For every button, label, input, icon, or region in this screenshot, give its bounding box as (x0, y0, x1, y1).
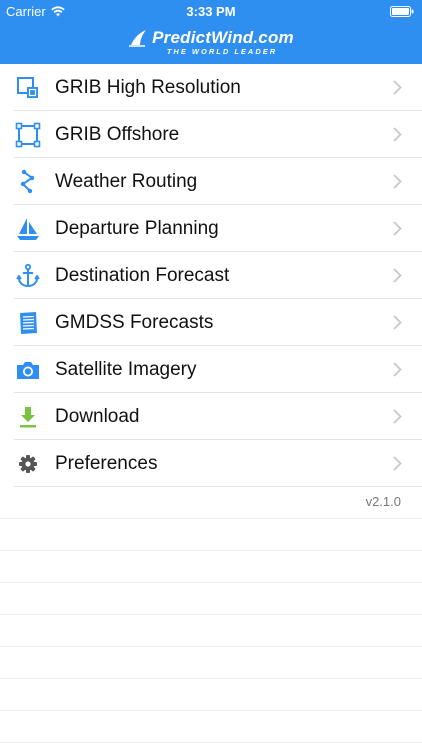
menu-item-grib-offshore[interactable]: GRIB Offshore (0, 111, 422, 158)
chevron-right-icon (393, 127, 402, 142)
menu-item-label: Departure Planning (55, 217, 219, 239)
chevron-right-icon (393, 315, 402, 330)
menu-item-download[interactable]: Download (0, 393, 422, 440)
menu-item-departure-planning[interactable]: Departure Planning (0, 205, 422, 252)
chevron-right-icon (393, 268, 402, 283)
logo-text: PredictWind.com (152, 28, 294, 47)
chevron-right-icon (393, 456, 402, 471)
menu-item-label: Destination Forecast (55, 264, 230, 286)
chevron-right-icon (393, 221, 402, 236)
camera-icon (15, 357, 41, 383)
chevron-right-icon (393, 80, 402, 95)
battery-icon (390, 6, 414, 17)
predictwind-logo: PredictWind.com THE WORLD LEADER (0, 26, 422, 58)
main-menu: GRIB High Resolution GRIB Offshore Weath… (0, 64, 422, 487)
menu-item-label: Preferences (55, 452, 158, 474)
menu-item-weather-routing[interactable]: Weather Routing (0, 158, 422, 205)
menu-item-satellite-imagery[interactable]: Satellite Imagery (0, 346, 422, 393)
download-icon (15, 404, 41, 430)
chevron-right-icon (393, 174, 402, 189)
empty-row-divider (0, 742, 422, 743)
gear-icon (15, 451, 41, 477)
weather-routing-icon (15, 169, 41, 195)
logo-tagline: THE WORLD LEADER (166, 47, 278, 56)
menu-item-grib-high-resolution[interactable]: GRIB High Resolution (0, 64, 422, 111)
chevron-right-icon (393, 409, 402, 424)
menu-item-label: GRIB High Resolution (55, 76, 241, 98)
empty-row-divider (0, 646, 422, 647)
menu-item-label: GMDSS Forecasts (55, 311, 214, 333)
app-version: v2.1.0 (365, 494, 401, 509)
menu-item-label: GRIB Offshore (55, 123, 180, 145)
menu-item-preferences[interactable]: Preferences (0, 440, 422, 487)
app-header: Carrier 3:33 PM PredictWind.com THE WORL… (0, 0, 422, 64)
empty-row-divider (0, 614, 422, 615)
chevron-right-icon (393, 362, 402, 377)
empty-row-divider (0, 550, 422, 551)
status-bar: Carrier 3:33 PM (0, 0, 422, 22)
empty-row-divider (0, 710, 422, 711)
empty-row-divider (0, 678, 422, 679)
menu-item-label: Weather Routing (55, 170, 198, 192)
sail-logo-icon (129, 30, 147, 47)
anchor-icon (15, 263, 41, 289)
document-icon (15, 310, 41, 336)
menu-item-destination-forecast[interactable]: Destination Forecast (0, 252, 422, 299)
empty-row-divider (0, 582, 422, 583)
grib-high-resolution-icon (15, 75, 41, 101)
menu-item-gmdss-forecasts[interactable]: GMDSS Forecasts (0, 299, 422, 346)
status-time: 3:33 PM (186, 4, 236, 19)
menu-item-label: Satellite Imagery (55, 358, 197, 380)
menu-item-label: Download (55, 405, 140, 427)
empty-row-divider (0, 518, 422, 519)
sailboat-icon (15, 216, 41, 242)
grib-offshore-icon (15, 122, 41, 148)
